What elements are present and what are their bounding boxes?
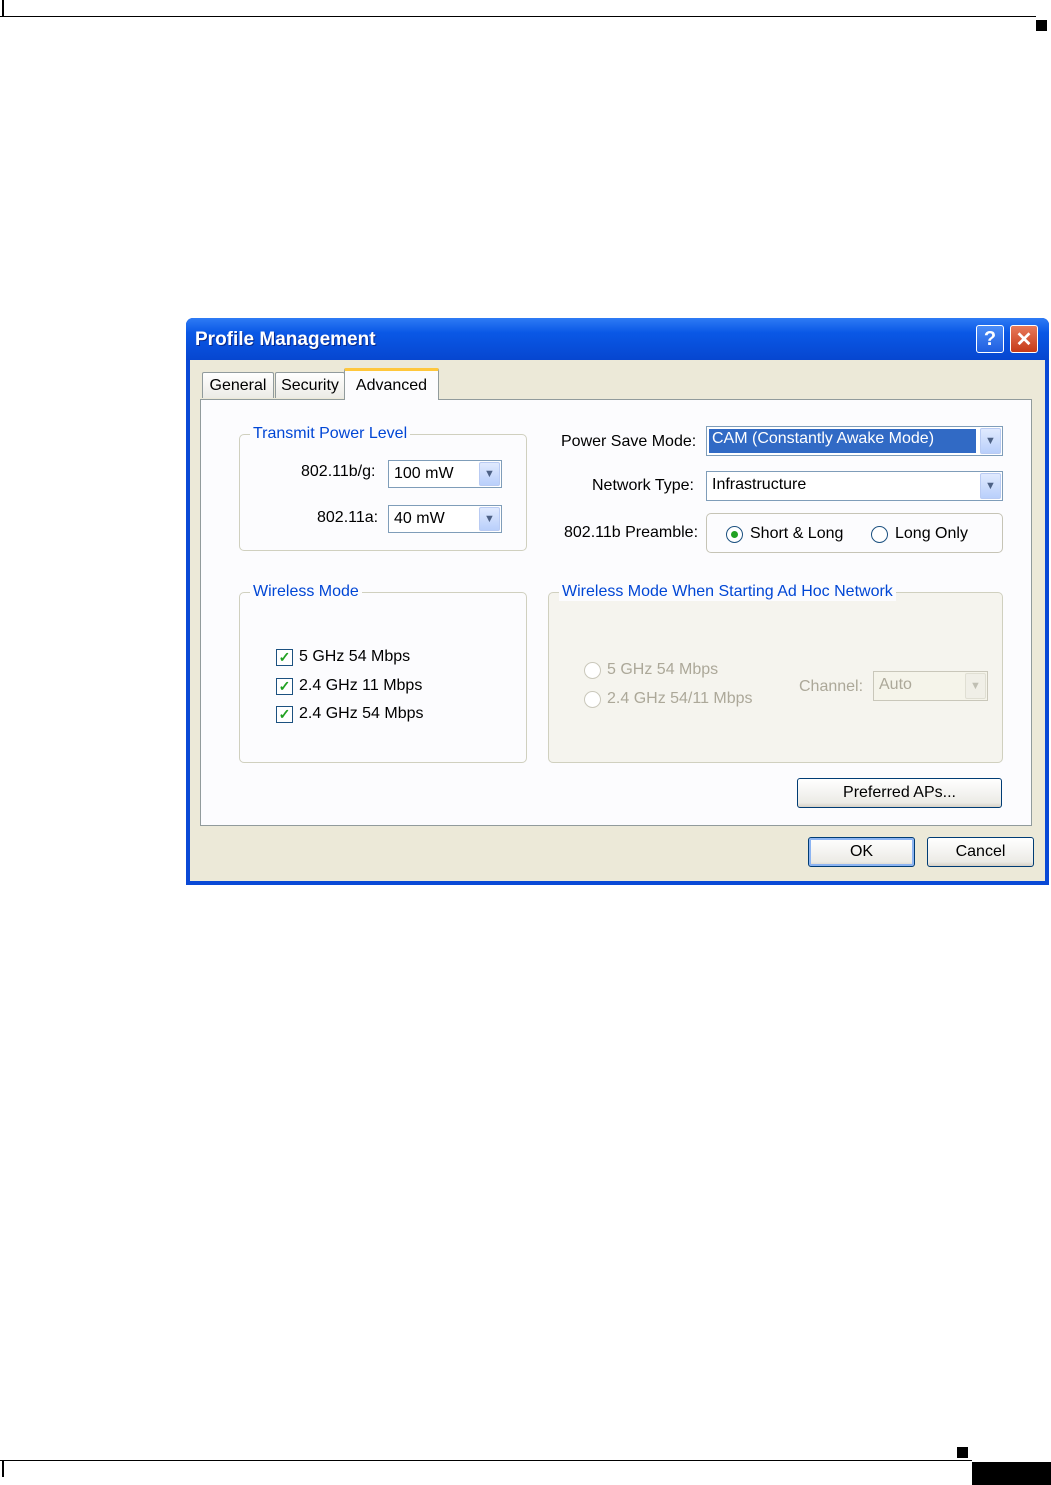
channel-select[interactable]: Auto ▼ (873, 671, 988, 701)
close-glyph: ✕ (1015, 328, 1033, 351)
header-rule (0, 16, 1036, 17)
bg-power-label: 802.11b/g: (301, 463, 376, 480)
adhoc-24ghz-radio[interactable] (584, 691, 601, 708)
dialog-client-area: General Security Advanced Transmit Power… (190, 360, 1045, 881)
network-type-select[interactable]: Infrastructure ▼ (706, 471, 1003, 501)
preferred-aps-button[interactable]: Preferred APs... (797, 778, 1002, 808)
wireless-mode-group: Wireless Mode ✓ 5 GHz 54 Mbps ✓ 2.4 GHz … (239, 583, 527, 763)
header-marker (1036, 20, 1047, 31)
tab-security[interactable]: Security (275, 372, 345, 398)
checkbox-5ghz-54[interactable]: ✓ (276, 649, 293, 666)
chevron-down-icon[interactable]: ▼ (980, 428, 1001, 454)
transmit-power-legend: Transmit Power Level (250, 425, 411, 443)
help-icon[interactable]: ? (976, 325, 1004, 353)
ok-button[interactable]: OK (808, 837, 915, 867)
power-save-select[interactable]: CAM (Constantly Awake Mode) ▼ (706, 426, 1003, 456)
network-type-value: Infrastructure (712, 476, 807, 493)
short-long-radio[interactable] (726, 526, 743, 543)
header-tick (2, 0, 4, 16)
preamble-label: 802.11b Preamble: (564, 524, 699, 541)
adhoc-24ghz-label[interactable]: 2.4 GHz 54/11 Mbps (607, 690, 753, 708)
label-24ghz-11[interactable]: 2.4 GHz 11 Mbps (299, 677, 422, 695)
adhoc-mode-group: Wireless Mode When Starting Ad Hoc Netwo… (548, 583, 1003, 763)
adhoc-mode-legend: Wireless Mode When Starting Ad Hoc Netwo… (559, 583, 896, 601)
channel-value: Auto (879, 676, 912, 693)
help-glyph: ? (983, 327, 997, 350)
footer-marker (957, 1447, 968, 1458)
footer-rule (0, 1460, 972, 1461)
chevron-down-icon[interactable]: ▼ (479, 462, 500, 486)
network-type-label: Network Type: (592, 477, 694, 494)
channel-label: Channel: (799, 678, 864, 695)
label-5ghz-54[interactable]: 5 GHz 54 Mbps (299, 648, 410, 666)
bg-power-value: 100 mW (394, 465, 454, 482)
footer-page-bar (972, 1462, 1051, 1485)
chevron-down-icon[interactable]: ▼ (965, 673, 986, 699)
a-power-label: 802.11a: (317, 509, 379, 526)
bg-power-select[interactable]: 100 mW ▼ (388, 460, 502, 488)
tab-general[interactable]: General (202, 372, 274, 398)
checkbox-24ghz-11[interactable]: ✓ (276, 678, 293, 695)
profile-management-dialog: Profile Management ? ✕ General Security … (186, 318, 1049, 885)
chevron-down-icon[interactable]: ▼ (980, 473, 1001, 499)
preamble-options: Short & Long Long Only (706, 513, 1003, 553)
a-power-value: 40 mW (394, 510, 445, 527)
adhoc-5ghz-label[interactable]: 5 GHz 54 Mbps (607, 661, 718, 679)
adhoc-5ghz-radio[interactable] (584, 662, 601, 679)
a-power-select[interactable]: 40 mW ▼ (388, 505, 502, 533)
checkbox-24ghz-54[interactable]: ✓ (276, 706, 293, 723)
transmit-power-group: Transmit Power Level 802.11b/g: 100 mW ▼… (239, 425, 527, 551)
title-bar[interactable]: Profile Management ? ✕ (186, 318, 1049, 360)
window-title: Profile Management (195, 329, 376, 350)
advanced-tab-panel: Transmit Power Level 802.11b/g: 100 mW ▼… (200, 399, 1032, 826)
long-only-label[interactable]: Long Only (895, 525, 968, 543)
cancel-button[interactable]: Cancel (927, 837, 1034, 867)
footer-tick (2, 1461, 4, 1477)
power-save-value: CAM (Constantly Awake Mode) (709, 429, 976, 453)
chevron-down-icon[interactable]: ▼ (479, 507, 500, 531)
long-only-radio[interactable] (871, 526, 888, 543)
wireless-mode-legend: Wireless Mode (250, 583, 362, 601)
close-icon[interactable]: ✕ (1010, 325, 1038, 353)
power-save-label: Power Save Mode: (561, 433, 697, 450)
short-long-label[interactable]: Short & Long (750, 525, 843, 543)
tab-advanced[interactable]: Advanced (344, 368, 439, 400)
label-24ghz-54[interactable]: 2.4 GHz 54 Mbps (299, 705, 424, 723)
